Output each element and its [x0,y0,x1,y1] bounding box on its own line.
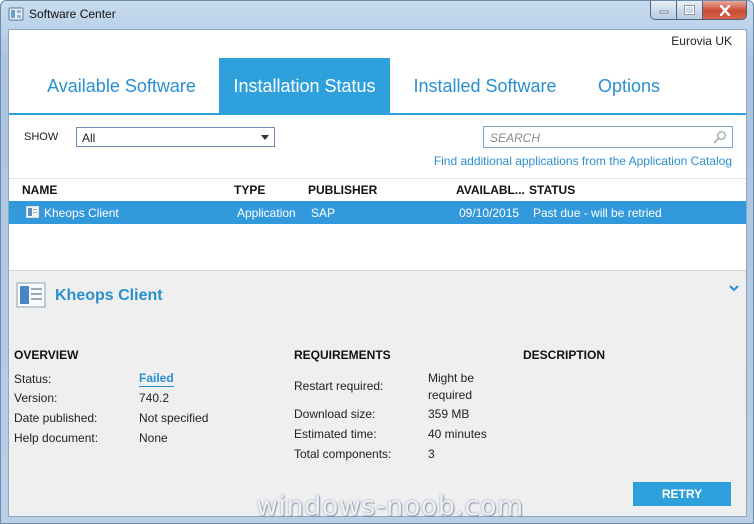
window-title: Software Center [29,7,116,21]
show-filter-dropdown[interactable]: All [76,127,275,147]
version-label: Version: [14,391,58,405]
software-center-icon [8,7,24,21]
retry-button[interactable]: RETRY [633,482,731,506]
requirements-heading: REQUIREMENTS [294,348,391,362]
date-published-value: Not specified [139,411,209,425]
restart-required-label: Restart required: [294,379,384,393]
minimize-icon [659,10,668,14]
maximize-icon [684,5,695,15]
application-icon [16,282,46,308]
column-header-publisher[interactable]: PUBLISHER [308,183,377,197]
column-header-name[interactable]: NAME [22,183,57,197]
row-status: Past due - will be retried [533,206,662,220]
application-icon [26,206,39,218]
description-heading: DESCRIPTION [523,348,606,362]
restart-required-value-line2: required [428,388,473,402]
column-header-available[interactable]: AVAILABL... [456,183,525,197]
maximize-button[interactable] [677,1,703,20]
close-button[interactable] [703,1,747,20]
download-size-value: 359 MB [428,407,470,421]
estimated-time-value: 40 minutes [428,427,487,441]
organization-name: Eurovia UK [671,34,732,48]
tab-available-software[interactable]: Available Software [34,58,209,114]
version-value: 740.2 [139,391,170,405]
download-size-label: Download size: [294,407,376,421]
close-icon [719,4,730,16]
total-components-label: Total components: [294,447,392,461]
row-publisher: SAP [311,206,336,220]
client-area: Eurovia UK Available Software Installati… [8,29,747,517]
tab-options[interactable]: Options [587,58,671,114]
help-document-label: Help document: [14,431,99,445]
software-center-window: Software Center Eurovia UK Available Sof… [0,0,754,524]
search-box[interactable] [483,126,733,148]
total-components-value: 3 [428,447,435,461]
show-filter-value: All [82,131,96,145]
detail-title: Kheops Client [55,287,163,304]
watermark: windows-noob.com [256,491,524,522]
search-input[interactable] [490,130,710,145]
row-name: Kheops Client [44,206,119,220]
column-header-status[interactable]: STATUS [529,183,575,197]
row-type: Application [237,206,296,220]
date-published-label: Date published: [14,411,98,425]
table-row[interactable]: Kheops Client Application SAP 09/10/2015… [9,201,746,224]
show-label: SHOW [24,131,59,143]
minimize-button[interactable] [650,1,677,20]
search-icon[interactable] [713,130,727,144]
estimated-time-label: Estimated time: [294,427,377,441]
application-catalog-link[interactable]: Find additional applications from the Ap… [434,154,732,168]
collapse-chevron-icon[interactable] [728,283,740,293]
status-failed-link[interactable]: Failed [139,371,174,387]
dropdown-arrow-icon [261,135,269,140]
row-available: 09/10/2015 [459,206,520,220]
window-controls [650,1,747,20]
details-pane: Kheops Client OVERVIEW Status: Failed Ve… [9,270,746,516]
overview-heading: OVERVIEW [14,348,79,362]
tab-bar: Available Software Installation Status I… [9,58,746,115]
status-label: Status: [14,372,52,386]
help-document-value: None [139,431,168,445]
table-divider [9,178,746,179]
restart-required-value-line1: Might be [428,371,475,385]
tab-installation-status[interactable]: Installation Status [219,58,390,114]
column-header-type[interactable]: TYPE [234,183,265,197]
tab-installed-software[interactable]: Installed Software [404,58,566,114]
title-bar[interactable]: Software Center [1,1,753,27]
